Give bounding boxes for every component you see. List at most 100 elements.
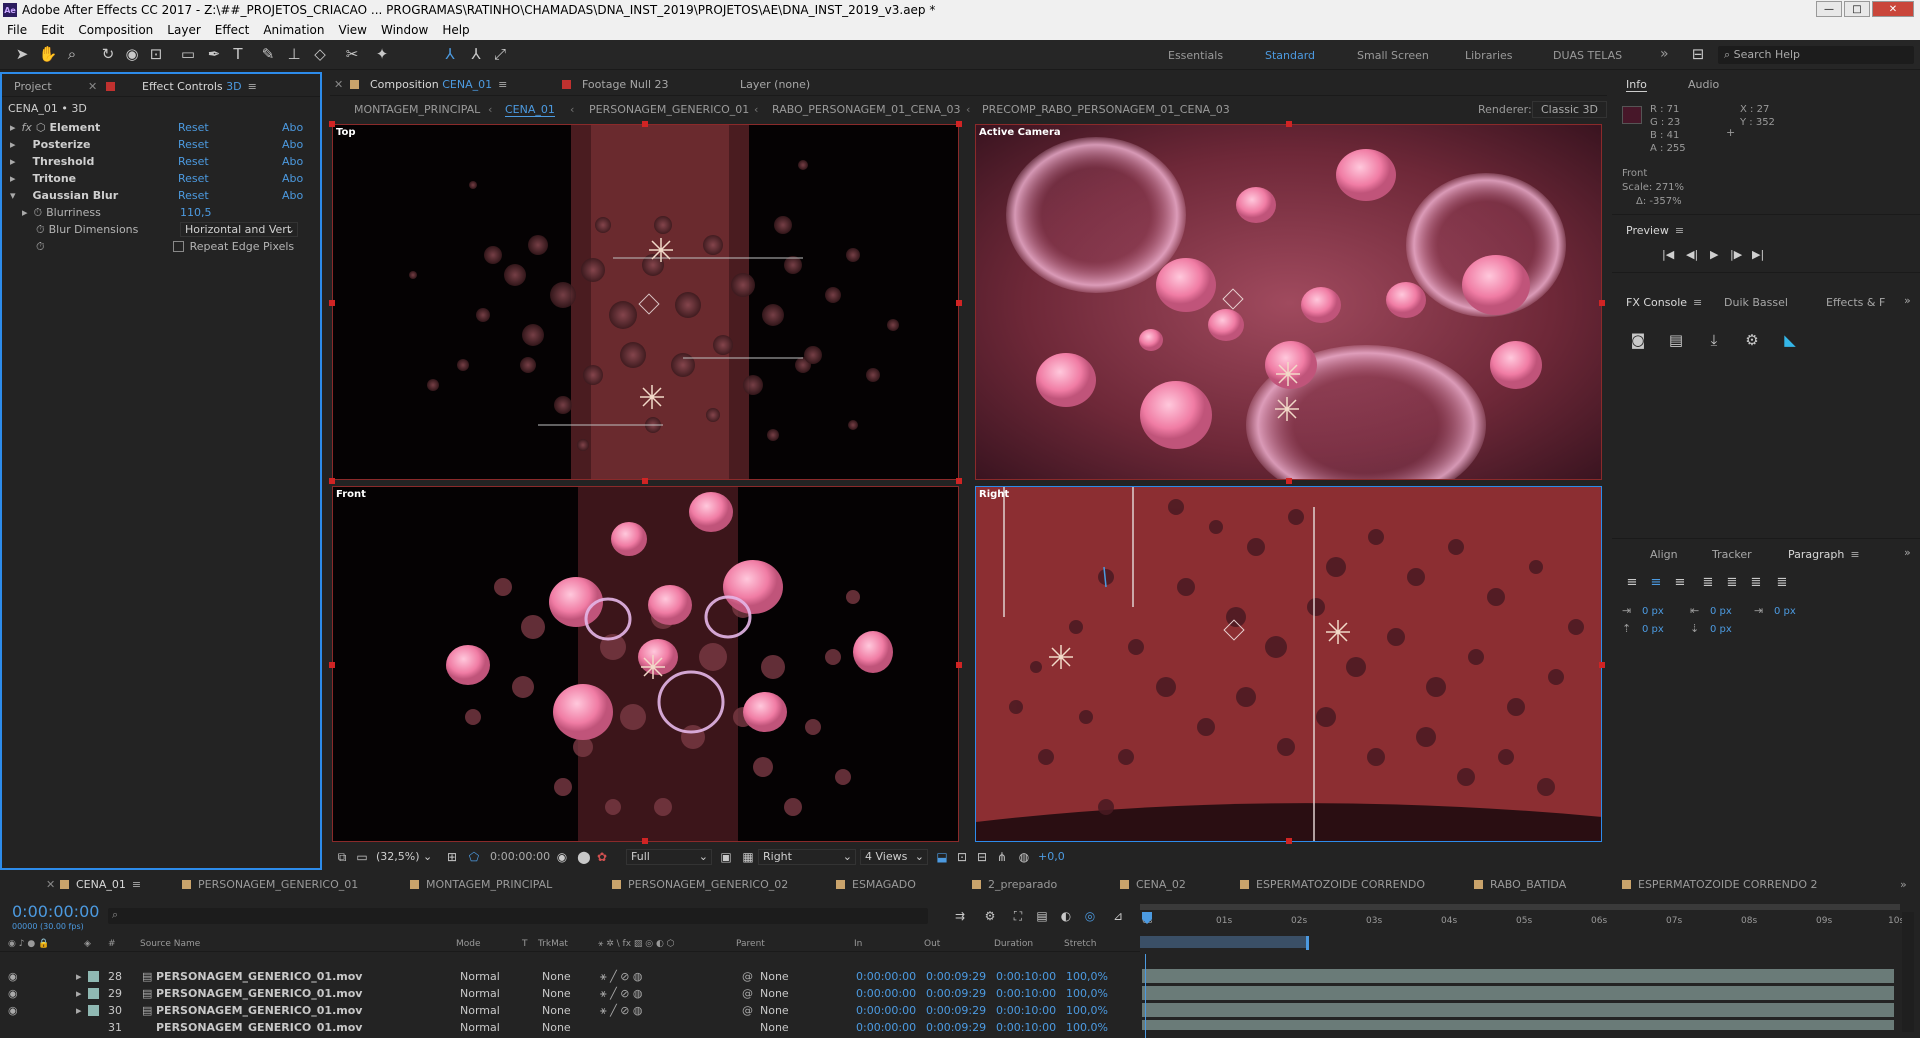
pickwhip-icon[interactable]: @	[742, 970, 753, 983]
hand-tool-icon[interactable]: ✋	[38, 44, 58, 64]
work-area-bar[interactable]	[1140, 904, 1900, 910]
stretch[interactable]: 100,0%	[1066, 1021, 1108, 1031]
layer-duration-bar[interactable]	[1142, 1003, 1894, 1017]
reset-link[interactable]: Reset	[178, 138, 209, 151]
indent-left-value[interactable]: 0 px	[1642, 606, 1664, 617]
workspace-small-screen[interactable]: Small Screen	[1357, 49, 1429, 62]
stopwatch-icon[interactable]: ⏱	[36, 240, 45, 254]
label-color-icon[interactable]	[88, 971, 99, 982]
parent-dropdown[interactable]: None	[760, 987, 789, 1000]
rectangle-tool-icon[interactable]: ▭	[178, 44, 198, 64]
stretch[interactable]: 100,0%	[1066, 987, 1108, 1000]
tab-project[interactable]: Project	[14, 80, 52, 93]
layer-duration-bar[interactable]	[1142, 969, 1894, 983]
next-frame-button[interactable]: |▶	[1730, 248, 1742, 261]
blurriness-value[interactable]: 110,5	[180, 206, 212, 219]
layer-handle[interactable]	[1286, 478, 1292, 484]
camera-snapshot-icon[interactable]: ◙	[1628, 330, 1648, 350]
workspace-essentials[interactable]: Essentials	[1168, 49, 1223, 62]
duration[interactable]: 0:00:10:00	[996, 1004, 1056, 1017]
always-preview-icon[interactable]: ⧉	[332, 847, 352, 867]
mode-dropdown[interactable]: Normal	[460, 970, 500, 983]
duration[interactable]: 0:00:10:00	[996, 1021, 1056, 1031]
timeline-tab-9[interactable]: ESPERMATOZOIDE CORRENDO 2	[1622, 878, 1817, 891]
viewport-active-camera[interactable]: Active Camera	[975, 124, 1602, 480]
close-timeline-tab-icon[interactable]: ✕	[46, 878, 55, 891]
stopwatch-icon[interactable]: ⏱	[36, 223, 45, 237]
expand-arrow-icon[interactable]: ▸	[76, 970, 82, 983]
layer-handle[interactable]	[1599, 300, 1605, 306]
reset-link[interactable]: Reset	[178, 121, 209, 134]
fx-console-logo-icon[interactable]: ◣	[1780, 330, 1800, 350]
layer-name[interactable]: PERSONAGEM_GENERICO_01.mov	[156, 1021, 362, 1031]
expand-arrow-icon[interactable]: ▸	[76, 987, 82, 1000]
graph-editor-icon[interactable]: ◎	[1080, 906, 1100, 926]
viewport-top[interactable]: Top	[332, 124, 959, 480]
effect-row-gaussian-blur[interactable]: ▾ Gaussian Blur Reset Abo	[10, 187, 310, 204]
viewport-front[interactable]: Front	[332, 486, 959, 842]
out-point[interactable]: 0:00:09:29	[926, 1004, 986, 1017]
justify-right-icon[interactable]: ≣	[1746, 572, 1766, 592]
column-source-name[interactable]: Source Name	[140, 939, 200, 949]
last-frame-button[interactable]: ▶|	[1752, 248, 1764, 261]
layer-name[interactable]: PERSONAGEM_GENERICO_01.mov	[156, 1004, 362, 1017]
effect-row-threshold[interactable]: ▸ Threshold Reset Abo	[10, 153, 310, 170]
trkmat-dropdown[interactable]: None	[542, 970, 571, 983]
align-left-icon[interactable]: ≡	[1622, 572, 1642, 592]
layer-handle[interactable]	[642, 478, 648, 484]
layer-handle[interactable]	[956, 662, 962, 668]
table-row[interactable]: ◉ ▸ 30 ▤ PERSONAGEM_GENERICO_01.mov Norm…	[0, 1002, 1140, 1019]
justify-left-icon[interactable]: ≣	[1698, 572, 1718, 592]
effect-row-posterize[interactable]: ▸ Posterize Reset Abo	[10, 136, 310, 153]
about-link[interactable]: Abo	[282, 138, 303, 151]
out-point[interactable]: 0:00:09:29	[926, 987, 986, 1000]
tab-effect-controls[interactable]: Effect Controls 3D ≡	[142, 80, 257, 93]
about-link[interactable]: Abo	[282, 172, 303, 185]
stopwatch-icon[interactable]: ⏱	[34, 206, 43, 220]
timeline-tab-5[interactable]: 2_preparado	[972, 878, 1057, 891]
breadcrumb-personagem-generico[interactable]: PERSONAGEM_GENERICO_01	[589, 103, 749, 116]
timeline-tab-3[interactable]: PERSONAGEM_GENERICO_02	[612, 878, 788, 891]
more-tabs-icon[interactable]: »	[1904, 546, 1911, 559]
more-tabs-icon[interactable]: »	[1900, 878, 1907, 891]
zoom-tool-icon[interactable]: ⌕	[62, 44, 82, 64]
layer-handle[interactable]	[1286, 838, 1292, 844]
local-axis-mode-icon[interactable]: ⅄	[440, 44, 460, 64]
rotate-tool-icon[interactable]: ↻	[98, 44, 118, 64]
blur-dimensions-dropdown[interactable]: Horizontal and Vert ⌄	[180, 222, 298, 237]
monitor-icon[interactable]: ▭	[352, 847, 372, 867]
tab-composition[interactable]: Composition CENA_01 ≡	[370, 78, 507, 91]
tab-tracker[interactable]: Tracker	[1712, 548, 1752, 561]
brush-tool-icon[interactable]: ✎	[258, 44, 278, 64]
toggle-mask-icon[interactable]: ⬠	[464, 847, 484, 867]
frame-blending-icon[interactable]: ▤	[1032, 906, 1052, 926]
region-of-interest-icon[interactable]: ▣	[716, 847, 736, 867]
expand-arrow-icon[interactable]: ▸	[76, 1004, 82, 1017]
reset-link[interactable]: Reset	[178, 189, 209, 202]
mode-dropdown[interactable]: Normal	[460, 987, 500, 1000]
choose-grid-icon[interactable]: ⊞	[442, 847, 462, 867]
about-link[interactable]: Abo	[282, 189, 303, 202]
pickwhip-icon[interactable]: @	[742, 1004, 753, 1017]
menu-effect[interactable]: Effect	[208, 23, 257, 37]
label-color-icon[interactable]	[88, 1005, 99, 1016]
breadcrumb-precomp-rabo[interactable]: PRECOMP_RABO_PERSONAGEM_01_CENA_03	[982, 103, 1230, 116]
table-row[interactable]: 31 PERSONAGEM_GENERICO_01.mov Normal Non…	[0, 1019, 1140, 1031]
menu-animation[interactable]: Animation	[256, 23, 331, 37]
menu-view[interactable]: View	[332, 23, 374, 37]
more-workspaces-icon[interactable]: »	[1660, 46, 1669, 62]
view-layout-dropdown[interactable]: 4 Views ⌄	[860, 849, 928, 865]
motion-blur-icon[interactable]: ◐	[1056, 906, 1076, 926]
workspace-libraries[interactable]: Libraries	[1465, 49, 1513, 62]
breadcrumb-rabo-personagem[interactable]: RABO_PERSONAGEM_01_CENA_03	[772, 103, 961, 116]
justify-all-icon[interactable]: ≣	[1772, 572, 1792, 592]
pan-behind-tool-icon[interactable]: ⊡	[146, 44, 166, 64]
minimize-button[interactable]: —	[1816, 1, 1842, 17]
in-point[interactable]: 0:00:00:00	[856, 1004, 916, 1017]
layer-handle[interactable]	[1599, 662, 1605, 668]
pickwhip-icon[interactable]: @	[742, 987, 753, 1000]
image-icon[interactable]: ▤	[1666, 330, 1686, 350]
tab-info[interactable]: Info	[1626, 78, 1647, 92]
selection-tool-icon[interactable]: ➤	[12, 44, 32, 64]
reset-link[interactable]: Reset	[178, 172, 209, 185]
